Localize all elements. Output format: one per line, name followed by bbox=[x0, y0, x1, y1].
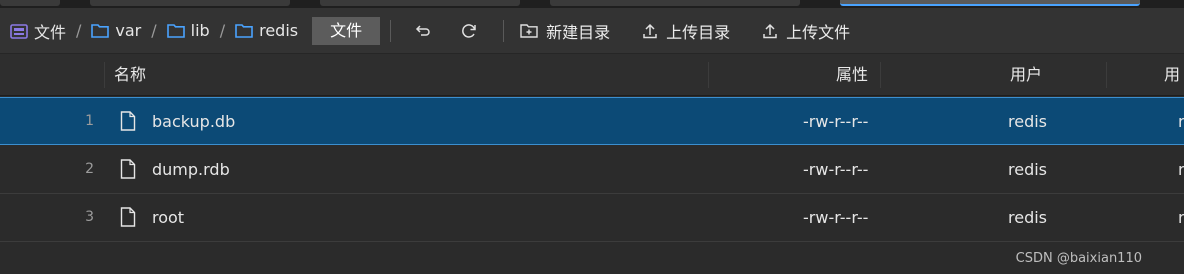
file-group: r bbox=[1178, 160, 1184, 179]
folder-icon bbox=[166, 23, 185, 38]
folder-icon bbox=[91, 23, 110, 38]
column-header-group[interactable]: 用户 bbox=[1164, 54, 1184, 126]
upload-file-button[interactable]: 上传文件 bbox=[762, 19, 850, 43]
breadcrumb-segment-lib[interactable]: lib bbox=[166, 21, 210, 40]
file-user: redis bbox=[1008, 112, 1048, 131]
breadcrumb-segment-var[interactable]: var bbox=[91, 21, 141, 40]
table-row[interactable]: 1 backup.db -rw-r--r-- redis r bbox=[0, 97, 1184, 145]
file-attr: -rw-r--r-- bbox=[803, 160, 869, 179]
path-toolbar: 文件 / var / lib / redis 文件 新建目录 上传目录 上传文件 bbox=[0, 8, 1184, 54]
upload-icon bbox=[643, 23, 657, 38]
row-index: 1 bbox=[85, 113, 94, 129]
undo-icon bbox=[416, 24, 430, 36]
breadcrumb-separator: / bbox=[76, 21, 82, 40]
column-divider[interactable] bbox=[708, 62, 709, 88]
breadcrumb-root[interactable]: 文件 bbox=[10, 19, 66, 43]
upload-directory-label: 上传目录 bbox=[666, 22, 731, 42]
refresh-icon bbox=[462, 23, 476, 38]
tab-active[interactable] bbox=[840, 0, 1140, 6]
breadcrumb-root-label: 文件 bbox=[34, 22, 67, 42]
breadcrumb-segment-label: redis bbox=[259, 21, 299, 40]
file-name[interactable]: root bbox=[152, 194, 184, 241]
watermark: CSDN @baixian110 bbox=[1015, 251, 1142, 266]
file-icon bbox=[120, 111, 136, 131]
file-icon bbox=[120, 207, 136, 227]
tab[interactable] bbox=[320, 0, 520, 6]
file-name[interactable]: backup.db bbox=[152, 98, 235, 145]
column-header-user[interactable]: 用户 bbox=[1010, 54, 1042, 96]
column-divider[interactable] bbox=[880, 62, 881, 88]
file-user: redis bbox=[1008, 208, 1048, 227]
toolbar-divider bbox=[503, 19, 505, 42]
breadcrumb-segment-label: var bbox=[115, 21, 142, 40]
file-name[interactable]: dump.rdb bbox=[152, 146, 230, 193]
back-button[interactable] bbox=[405, 17, 441, 45]
table-row[interactable]: 2 dump.rdb -rw-r--r-- redis r bbox=[0, 146, 1184, 194]
file-attr: -rw-r--r-- bbox=[803, 208, 869, 227]
new-directory-button[interactable]: 新建目录 bbox=[520, 19, 610, 43]
new-directory-label: 新建目录 bbox=[546, 22, 611, 42]
toolbar-divider bbox=[390, 19, 392, 42]
upload-file-label: 上传文件 bbox=[786, 22, 851, 42]
file-group: r bbox=[1178, 208, 1184, 227]
tab[interactable] bbox=[550, 0, 800, 6]
file-user: redis bbox=[1008, 160, 1048, 179]
upload-directory-button[interactable]: 上传目录 bbox=[642, 19, 730, 43]
column-divider bbox=[104, 62, 105, 88]
drive-icon bbox=[10, 23, 28, 39]
new-folder-icon bbox=[520, 24, 538, 38]
row-index: 3 bbox=[85, 209, 94, 225]
breadcrumb-segment-label: lib bbox=[190, 21, 210, 40]
breadcrumb-segment-redis[interactable]: redis bbox=[235, 21, 298, 40]
browser-tab-strip bbox=[0, 0, 1184, 8]
column-header-attr[interactable]: 属性 bbox=[836, 54, 868, 96]
file-group: r bbox=[1178, 112, 1184, 131]
folder-icon bbox=[235, 23, 253, 38]
file-attr: -rw-r--r-- bbox=[803, 112, 869, 131]
tab[interactable] bbox=[90, 0, 290, 6]
current-file-button[interactable]: 文件 bbox=[312, 16, 381, 45]
upload-icon bbox=[763, 23, 777, 38]
row-index: 2 bbox=[85, 161, 94, 177]
tab[interactable] bbox=[0, 0, 60, 6]
table-header: 名称 属性 用户 用户 bbox=[0, 54, 1184, 126]
file-icon bbox=[120, 159, 136, 179]
breadcrumb-separator: / bbox=[151, 21, 157, 40]
breadcrumb-separator: / bbox=[219, 21, 226, 40]
refresh-button[interactable] bbox=[451, 17, 487, 45]
table-row[interactable]: 3 root -rw-r--r-- redis r bbox=[0, 194, 1184, 242]
column-divider[interactable] bbox=[1106, 62, 1107, 88]
column-header-name[interactable]: 名称 bbox=[114, 54, 146, 96]
